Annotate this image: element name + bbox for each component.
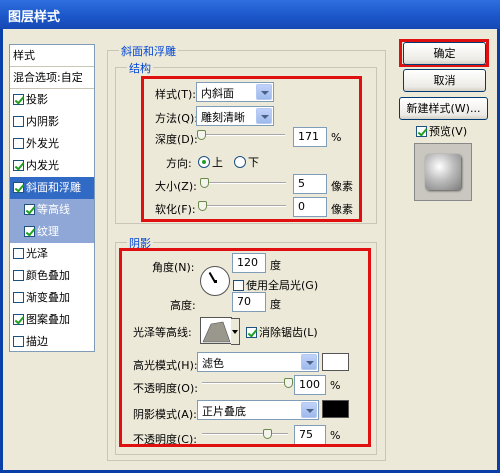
window-title: 图层样式 [0, 0, 500, 29]
style-item-outer-glow[interactable]: 外发光 [10, 133, 94, 155]
shading-highlight-box [119, 248, 371, 447]
ok-button[interactable]: 确定 [403, 42, 486, 65]
structure-group-title: 结构 [127, 60, 153, 76]
cancel-button[interactable]: 取消 [403, 69, 486, 92]
gradient-overlay-checkbox[interactable] [13, 291, 24, 303]
blend-options-item[interactable]: 混合选项:自定 [10, 67, 94, 89]
styles-header[interactable]: 样式 [10, 45, 94, 67]
style-item-texture[interactable]: 纹理 [10, 221, 94, 243]
texture-checkbox[interactable] [24, 225, 35, 237]
style-item-drop-shadow[interactable]: 投影 [10, 89, 94, 111]
style-item-inner-glow[interactable]: 内发光 [10, 155, 94, 177]
style-item-color-overlay[interactable]: 颜色叠加 [10, 265, 94, 287]
inner-glow-checkbox[interactable] [13, 159, 24, 171]
style-preview-thumbnail [414, 143, 472, 201]
preview-checkbox[interactable] [416, 125, 427, 137]
bevel-emboss-group-title: 斜面和浮雕 [119, 43, 178, 59]
contour-checkbox[interactable] [24, 203, 35, 215]
drop-shadow-checkbox[interactable] [13, 93, 24, 105]
style-item-inner-shadow[interactable]: 内阴影 [10, 111, 94, 133]
style-item-bevel-emboss[interactable]: 斜面和浮雕 [10, 177, 94, 199]
inner-shadow-checkbox[interactable] [13, 115, 24, 127]
style-item-gradient-overlay[interactable]: 渐变叠加 [10, 287, 94, 309]
style-item-contour[interactable]: 等高线 [10, 199, 94, 221]
preview-option[interactable]: 预览(V) [416, 123, 467, 139]
structure-highlight-box [141, 76, 362, 222]
style-item-satin[interactable]: 光泽 [10, 243, 94, 265]
stroke-checkbox[interactable] [13, 335, 24, 347]
new-style-button[interactable]: 新建样式(W)... [399, 97, 488, 120]
satin-checkbox[interactable] [13, 247, 24, 259]
preview-swatch-image [425, 154, 461, 190]
styles-list: 样式 混合选项:自定 投影 内阴影 外发光 内发光 斜面和浮雕 等高线 纹理 光… [9, 44, 95, 352]
outer-glow-checkbox[interactable] [13, 137, 24, 149]
color-overlay-checkbox[interactable] [13, 269, 24, 281]
style-item-pattern-overlay[interactable]: 图案叠加 [10, 309, 94, 331]
style-item-stroke[interactable]: 描边 [10, 331, 94, 353]
pattern-overlay-checkbox[interactable] [13, 313, 24, 325]
bevel-emboss-checkbox[interactable] [13, 181, 24, 193]
